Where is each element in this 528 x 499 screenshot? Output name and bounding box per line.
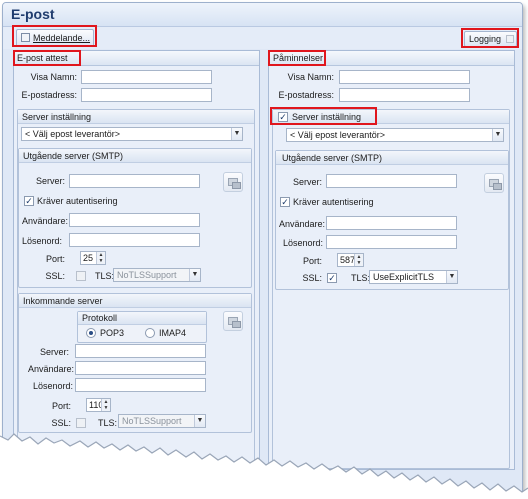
torn-edge-decoration [0,433,528,499]
